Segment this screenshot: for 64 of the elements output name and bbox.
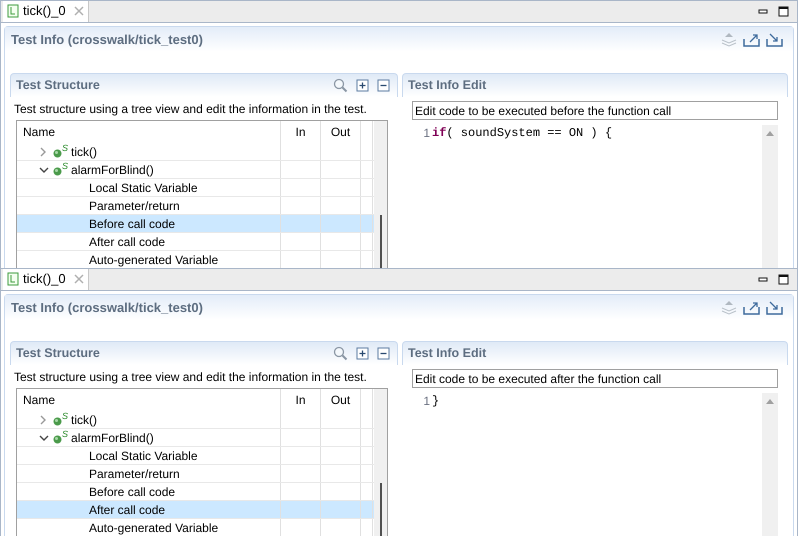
description-text: Test structure using a tree view and edit the information in the test.: [13, 369, 368, 386]
maximize-icon[interactable]: [778, 6, 789, 16]
column-header[interactable]: In: [281, 121, 321, 143]
static-marker: S: [62, 411, 68, 421]
search-icon[interactable]: [333, 346, 348, 361]
collapse-all-icon[interactable]: [377, 347, 390, 360]
editor-tab[interactable]: tick()_0: [3, 269, 89, 290]
form-title: Test Info (crosswalk/tick_test0): [11, 30, 203, 49]
scrollbar[interactable]: [374, 121, 387, 268]
scrollbar[interactable]: [762, 393, 778, 536]
tree-item[interactable]: S tick(): [17, 143, 281, 160]
section-title: Test Info Edit: [408, 345, 486, 362]
method-icon: [53, 148, 62, 158]
column-header[interactable]: Out: [321, 121, 361, 143]
export-icon[interactable]: [743, 300, 760, 315]
tree-item[interactable]: S tick(): [17, 411, 281, 428]
file-icon: [7, 4, 19, 18]
editor-tab[interactable]: tick()_0: [3, 1, 89, 22]
section-title: Test Info Edit: [408, 77, 486, 94]
import-icon[interactable]: [766, 300, 783, 315]
chevron-down-icon[interactable]: [39, 166, 49, 174]
tree-item[interactable]: Local Static Variable: [17, 179, 281, 196]
tree-item[interactable]: After call code: [17, 233, 281, 250]
section-title: Test Structure: [16, 77, 100, 94]
scrollbar[interactable]: [762, 125, 778, 268]
line-number: 1: [422, 392, 430, 410]
static-marker: S: [62, 161, 68, 171]
tree-item[interactable]: Parameter/return: [17, 465, 281, 482]
column-header[interactable]: In: [281, 389, 321, 411]
file-icon: [7, 272, 19, 286]
column-header[interactable]: Name: [17, 121, 281, 143]
expand-all-icon[interactable]: [356, 347, 369, 360]
code-line: }: [432, 392, 440, 410]
form-title: Test Info (crosswalk/tick_test0): [11, 298, 203, 317]
code-line: if( soundSystem == ON ) {: [432, 124, 612, 142]
tree-item[interactable]: S alarmForBlind(): [17, 429, 281, 446]
expand-all-icon[interactable]: [356, 79, 369, 92]
collapse-all-icon[interactable]: [377, 79, 390, 92]
input-field[interactable]: Edit code to be executed before the function call: [412, 101, 778, 120]
section-title: Test Structure: [16, 345, 100, 362]
scrollbar[interactable]: [374, 389, 387, 536]
maximize-icon[interactable]: [778, 274, 789, 284]
tree-item[interactable]: Local Static Variable: [17, 447, 281, 464]
description-text: Test structure using a tree view and edit the information in the test.: [13, 101, 368, 118]
export-icon[interactable]: [743, 32, 760, 47]
chevron-right-icon[interactable]: [39, 146, 47, 156]
column-header[interactable]: Name: [17, 389, 281, 411]
method-icon: [53, 416, 62, 426]
tree-item[interactable]: Before call code: [17, 483, 281, 500]
column-header[interactable]: Out: [321, 389, 361, 411]
method-icon: [53, 434, 62, 444]
search-icon[interactable]: [333, 78, 348, 93]
static-marker: S: [62, 143, 68, 153]
method-icon: [53, 166, 62, 176]
line-number: 1: [422, 124, 430, 142]
chevron-down-icon[interactable]: [39, 434, 49, 442]
chevron-right-icon[interactable]: [39, 414, 47, 424]
tree-item[interactable]: S alarmForBlind(): [17, 161, 281, 178]
tree-item[interactable]: Auto-generated Variable: [17, 251, 281, 268]
static-marker: S: [62, 429, 68, 439]
input-field[interactable]: Edit code to be executed after the function call: [412, 369, 778, 388]
tree-item[interactable]: Parameter/return: [17, 197, 281, 214]
tree-item[interactable]: Auto-generated Variable: [17, 519, 281, 536]
import-icon[interactable]: [766, 32, 783, 47]
